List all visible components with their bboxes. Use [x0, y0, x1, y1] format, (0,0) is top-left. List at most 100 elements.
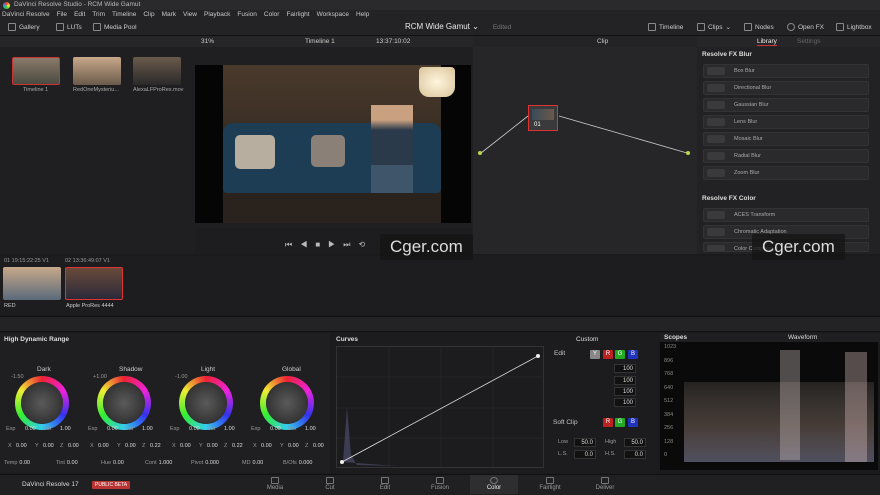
- hdr-param[interactable]: Pivot 0.000: [191, 459, 219, 466]
- menu-item[interactable]: Help: [356, 10, 369, 20]
- channel-r[interactable]: R: [603, 350, 613, 359]
- fx-gaussian-blur[interactable]: Gaussian Blur: [703, 98, 869, 112]
- fx-zoom-blur[interactable]: Zoom Blur: [703, 166, 869, 180]
- channel-g[interactable]: G: [615, 350, 625, 359]
- exp-value[interactable]: 0.00: [107, 426, 118, 432]
- zoom-level[interactable]: 31%: [201, 38, 214, 45]
- video-viewer[interactable]: [195, 65, 471, 223]
- tab-library[interactable]: Library: [757, 38, 777, 46]
- softclip-r[interactable]: R: [603, 418, 613, 427]
- media-pool-button[interactable]: Media Pool: [93, 23, 137, 31]
- hdr-param[interactable]: MD 0.00: [242, 459, 263, 466]
- softclip-g[interactable]: G: [615, 418, 625, 427]
- menu-item[interactable]: Edit: [74, 10, 85, 20]
- x-value[interactable]: 0.00: [180, 443, 191, 449]
- curves-mode-select[interactable]: Custom: [576, 336, 598, 343]
- menu-item[interactable]: DaVinci Resolve: [2, 10, 50, 20]
- menu-item[interactable]: Mark: [162, 10, 176, 20]
- y-value[interactable]: 0.00: [43, 443, 54, 449]
- intensity-r[interactable]: 100: [614, 376, 636, 385]
- media-thumb-timeline[interactable]: [12, 57, 60, 85]
- sat-value[interactable]: 1.00: [60, 426, 71, 432]
- fx-mosaic-blur[interactable]: Mosaic Blur: [703, 132, 869, 146]
- tab-settings[interactable]: Settings: [797, 38, 821, 45]
- intensity-g[interactable]: 100: [614, 387, 636, 396]
- scope-mode-select[interactable]: Waveform: [788, 334, 817, 341]
- timeline-selector[interactable]: Timeline 1: [305, 38, 335, 45]
- fx-box-blur[interactable]: Box Blur: [703, 64, 869, 78]
- param-value[interactable]: 0.00: [113, 460, 124, 466]
- exp-value[interactable]: 0.00: [25, 426, 36, 432]
- nodes-button[interactable]: Nodes: [744, 23, 774, 31]
- z-value[interactable]: 0.22: [232, 443, 243, 449]
- media-thumb-alexa[interactable]: [133, 57, 181, 85]
- hdr-param[interactable]: B/Ofs 0.000: [283, 459, 312, 466]
- gallery-button[interactable]: Gallery: [8, 23, 40, 31]
- node-input-dot[interactable]: [478, 151, 482, 155]
- fx-lens-blur[interactable]: Lens Blur: [703, 115, 869, 129]
- playback-buttons[interactable]: ⏮◀■▶⏭⟲: [285, 240, 373, 250]
- hdr-param[interactable]: Tint 0.00: [56, 459, 78, 466]
- z-value[interactable]: 0.22: [150, 443, 161, 449]
- param-value[interactable]: 0.00: [67, 460, 78, 466]
- exp-value[interactable]: 0.00: [270, 426, 281, 432]
- x-value[interactable]: 0.00: [98, 443, 109, 449]
- page-fairlight[interactable]: Fairlight: [530, 477, 570, 491]
- param-value[interactable]: 0.00: [19, 460, 30, 466]
- menu-item[interactable]: Timeline: [112, 10, 136, 20]
- hdr-param[interactable]: Temp 0.00: [4, 459, 30, 466]
- sat-value[interactable]: 1.00: [224, 426, 235, 432]
- wheel-center[interactable]: [21, 382, 63, 424]
- ls-value[interactable]: 0.0: [574, 450, 596, 459]
- wheel-center[interactable]: [103, 382, 145, 424]
- wheel-center[interactable]: [185, 382, 227, 424]
- sat-value[interactable]: 1.00: [142, 426, 153, 432]
- page-color[interactable]: Color: [470, 475, 518, 494]
- channel-b[interactable]: B: [628, 350, 638, 359]
- high-value[interactable]: 50.0: [624, 438, 646, 447]
- hs-value[interactable]: 0.0: [624, 450, 646, 459]
- y-value[interactable]: 0.00: [207, 443, 218, 449]
- menu-item[interactable]: Playback: [204, 10, 230, 20]
- hdr-param[interactable]: Hue 0.00: [101, 459, 124, 466]
- color-section-heading[interactable]: Resolve FX Color: [702, 195, 756, 202]
- menu-item[interactable]: Fairlight: [286, 10, 309, 20]
- page-fusion[interactable]: Fusion: [420, 477, 460, 491]
- curve-graph[interactable]: [336, 346, 545, 469]
- page-edit[interactable]: Edit: [365, 477, 405, 491]
- clips-button[interactable]: Clips ⌄: [697, 23, 731, 31]
- menu-item[interactable]: Fusion: [237, 10, 257, 20]
- node-output-dot[interactable]: [686, 151, 690, 155]
- menu-item[interactable]: File: [57, 10, 67, 20]
- open-fx-button[interactable]: Open FX: [787, 23, 824, 31]
- page-media[interactable]: Media: [255, 477, 295, 491]
- clip-thumb-red[interactable]: [3, 267, 61, 300]
- blur-section-heading[interactable]: Resolve FX Blur: [702, 51, 752, 58]
- low-value[interactable]: 50.0: [574, 438, 596, 447]
- channel-y[interactable]: Y: [590, 350, 600, 359]
- menu-item[interactable]: View: [183, 10, 197, 20]
- intensity-b[interactable]: 100: [614, 398, 636, 407]
- luts-button[interactable]: LUTs: [56, 23, 82, 31]
- intensity-y[interactable]: 100: [614, 364, 636, 373]
- page-deliver[interactable]: Deliver: [585, 477, 625, 491]
- menu-item[interactable]: Workspace: [317, 10, 349, 20]
- x-value[interactable]: 0.00: [261, 443, 272, 449]
- menu-item[interactable]: Color: [264, 10, 280, 20]
- lightbox-button[interactable]: Lightbox: [836, 23, 872, 31]
- softclip-b[interactable]: B: [628, 418, 638, 427]
- param-value[interactable]: 1.000: [159, 460, 173, 466]
- hdr-param[interactable]: Cont 1.000: [145, 459, 172, 466]
- z-value[interactable]: 0.00: [68, 443, 79, 449]
- sat-value[interactable]: 1.00: [305, 426, 316, 432]
- exp-value[interactable]: 0.00: [189, 426, 200, 432]
- timeline-button[interactable]: Timeline: [648, 23, 683, 31]
- param-value[interactable]: 0.00: [253, 460, 264, 466]
- media-thumb-red[interactable]: [73, 57, 121, 85]
- fx-directional-blur[interactable]: Directional Blur: [703, 81, 869, 95]
- y-value[interactable]: 0.00: [125, 443, 136, 449]
- node-01[interactable]: 01: [528, 105, 558, 131]
- param-value[interactable]: 0.000: [205, 460, 219, 466]
- x-value[interactable]: 0.00: [16, 443, 27, 449]
- menu-item[interactable]: Clip: [143, 10, 154, 20]
